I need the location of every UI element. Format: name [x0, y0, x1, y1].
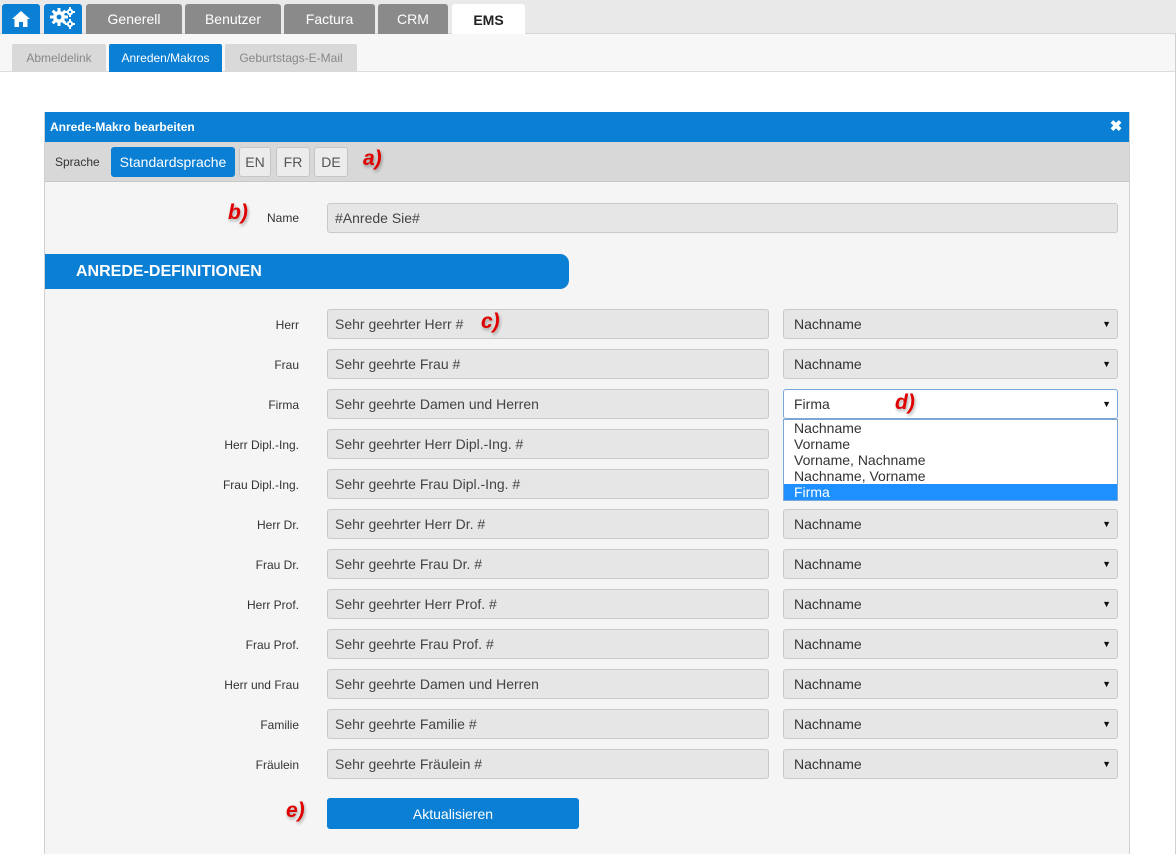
home-tab[interactable]	[2, 4, 40, 34]
lang-standard-button[interactable]: Standardsprache	[111, 147, 235, 177]
subtab-abmeldelink[interactable]: Abmeldelink	[12, 44, 106, 72]
tab-generell[interactable]: Generell	[86, 4, 182, 34]
select-value: Firma	[794, 396, 830, 412]
salutation-input[interactable]: Sehr geehrte Frau Dipl.-Ing. #	[327, 469, 769, 499]
name-label: Name	[267, 211, 300, 225]
dropdown-arrow-icon: ▼	[1102, 639, 1111, 649]
dropdown-option[interactable]: Vorname, Nachname	[784, 452, 1117, 468]
gears-icon	[50, 7, 75, 29]
sub-tab-bar: Abmeldelink Anreden/Makros Geburtstags-E…	[0, 34, 1176, 72]
select-value: Nachname	[794, 756, 862, 772]
dropdown-arrow-icon: ▼	[1102, 399, 1111, 409]
name-format-select[interactable]: Nachname ▼	[783, 549, 1118, 579]
salutation-input[interactable]: Sehr geehrte Familie #	[327, 709, 769, 739]
row-label: Herr	[275, 318, 299, 332]
dropdown-arrow-icon: ▼	[1102, 319, 1111, 329]
row-label: Herr Dipl.-Ing.	[224, 438, 299, 452]
lang-de-button[interactable]: DE	[314, 147, 348, 177]
name-format-select[interactable]: Nachname ▼	[783, 349, 1118, 379]
name-format-select[interactable]: Nachname ▼	[783, 509, 1118, 539]
top-tab-bar: Generell Benutzer Factura CRM EMS	[0, 0, 1176, 35]
select-value: Nachname	[794, 356, 862, 372]
tab-factura[interactable]: Factura	[284, 4, 375, 34]
row-label: Frau	[274, 358, 299, 372]
dropdown-arrow-icon: ▼	[1102, 519, 1111, 529]
salutation-input[interactable]: Sehr geehrter Herr #	[327, 309, 769, 339]
select-value: Nachname	[794, 596, 862, 612]
name-format-select[interactable]: Nachname ▼	[783, 309, 1118, 339]
dropdown-option[interactable]: Vorname	[784, 436, 1117, 452]
name-format-select-open[interactable]: Firma ▼	[783, 389, 1118, 419]
select-value: Nachname	[794, 676, 862, 692]
settings-tab[interactable]	[44, 4, 82, 34]
name-format-dropdown-list: Nachname Vorname Vorname, Nachname Nachn…	[783, 419, 1118, 501]
dropdown-option-selected[interactable]: Firma	[784, 484, 1117, 500]
tab-crm[interactable]: CRM	[378, 4, 448, 34]
dropdown-option[interactable]: Nachname, Vorname	[784, 468, 1117, 484]
select-value: Nachname	[794, 556, 862, 572]
select-value: Nachname	[794, 316, 862, 332]
row-label: Familie	[260, 718, 299, 732]
language-bar: Sprache Standardsprache EN FR DE a)	[45, 142, 1129, 182]
annotation-e: e)	[286, 799, 305, 822]
dropdown-arrow-icon: ▼	[1102, 759, 1111, 769]
salutation-input[interactable]: Sehr geehrte Fräulein #	[327, 749, 769, 779]
name-format-select[interactable]: Nachname ▼	[783, 669, 1118, 699]
row-label: Firma	[268, 398, 299, 412]
home-icon	[12, 11, 30, 27]
language-label: Sprache	[55, 155, 100, 169]
row-label: Frau Dipl.-Ing.	[222, 478, 299, 492]
salutation-input[interactable]: Sehr geehrter Herr Dipl.-Ing. #	[327, 429, 769, 459]
section-title: ANREDE-DEFINITIONEN	[45, 254, 569, 289]
row-label: Herr Dr.	[257, 518, 299, 532]
dropdown-arrow-icon: ▼	[1102, 559, 1111, 569]
select-value: Nachname	[794, 636, 862, 652]
row-label: Herr und Frau	[224, 678, 299, 692]
select-value: Nachname	[794, 716, 862, 732]
annotation-b: b)	[228, 201, 248, 224]
close-icon[interactable]: ✖	[1109, 112, 1123, 142]
select-value: Nachname	[794, 516, 862, 532]
row-label: Frau Dr.	[255, 558, 299, 572]
salutation-input[interactable]: Sehr geehrte Damen und Herren	[327, 389, 769, 419]
salutation-input[interactable]: Sehr geehrter Herr Dr. #	[327, 509, 769, 539]
annotation-d: d)	[895, 391, 915, 414]
dropdown-arrow-icon: ▼	[1102, 719, 1111, 729]
salutation-input[interactable]: Sehr geehrte Frau Dr. #	[327, 549, 769, 579]
salutation-input[interactable]: Sehr geehrte Frau Prof. #	[327, 629, 769, 659]
tab-ems[interactable]: EMS	[452, 4, 525, 35]
annotation-a: a)	[363, 147, 382, 170]
name-format-select[interactable]: Nachname ▼	[783, 709, 1118, 739]
row-label: Fräulein	[255, 758, 299, 772]
tab-benutzer[interactable]: Benutzer	[185, 4, 281, 34]
name-format-select[interactable]: Nachname ▼	[783, 629, 1118, 659]
subtab-anreden-makros[interactable]: Anreden/Makros	[109, 44, 222, 72]
update-button[interactable]: Aktualisieren	[327, 798, 579, 829]
dropdown-arrow-icon: ▼	[1102, 679, 1111, 689]
dropdown-option[interactable]: Nachname	[784, 420, 1117, 436]
name-format-select[interactable]: Nachname ▼	[783, 749, 1118, 779]
name-input[interactable]: #Anrede Sie#	[327, 203, 1118, 233]
salutation-input[interactable]: Sehr geehrte Damen und Herren	[327, 669, 769, 699]
salutation-input[interactable]: Sehr geehrte Frau #	[327, 349, 769, 379]
edit-salutation-dialog: Anrede-Makro bearbeiten ✖ Sprache Standa…	[44, 112, 1130, 854]
annotation-c: c)	[481, 310, 500, 333]
name-format-select[interactable]: Nachname ▼	[783, 589, 1118, 619]
row-label: Frau Prof.	[245, 638, 299, 652]
dialog-title: Anrede-Makro bearbeiten	[45, 112, 1129, 142]
dropdown-arrow-icon: ▼	[1102, 599, 1111, 609]
row-label: Herr Prof.	[246, 598, 299, 612]
lang-fr-button[interactable]: FR	[276, 147, 310, 177]
dropdown-arrow-icon: ▼	[1102, 359, 1111, 369]
subtab-geburtstags-email[interactable]: Geburtstags-E-Mail	[225, 44, 357, 72]
salutation-input[interactable]: Sehr geehrter Herr Prof. #	[327, 589, 769, 619]
lang-en-button[interactable]: EN	[239, 147, 271, 177]
